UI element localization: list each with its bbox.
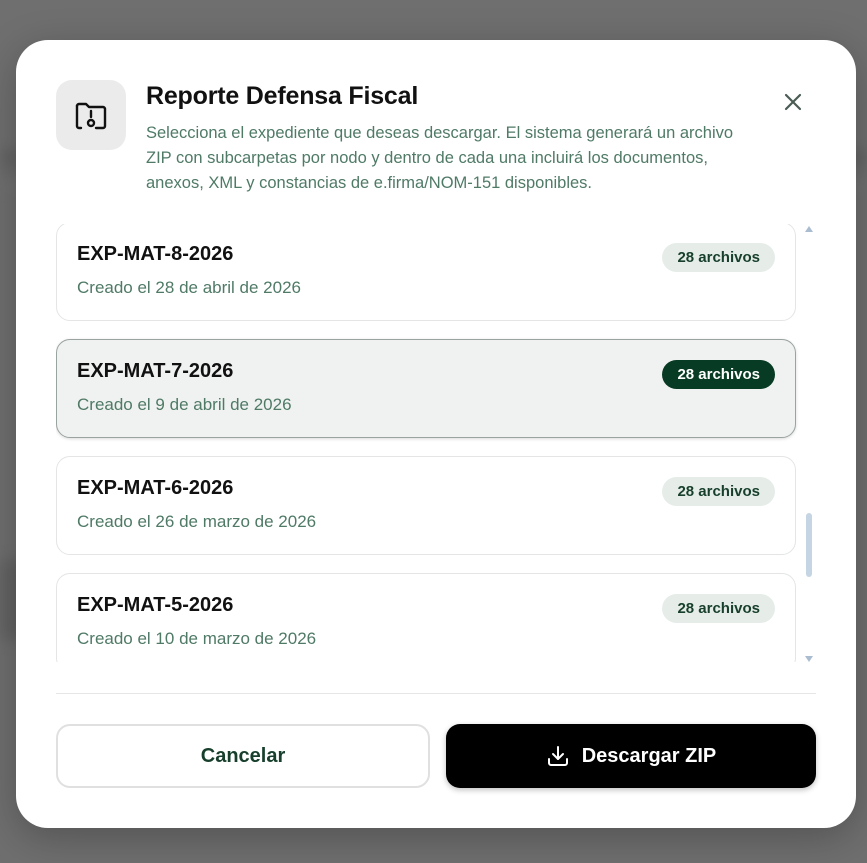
dialog-description: Selecciona el expediente que deseas desc… <box>146 124 734 192</box>
expediente-item[interactable]: EXP-MAT-8-2026 Creado el 28 de abril de … <box>56 224 796 321</box>
expediente-date: Creado el 10 de marzo de 2026 <box>77 629 317 648</box>
dialog-title: Reporte Defensa Fiscal <box>146 82 419 110</box>
expediente-date: Creado el 26 de marzo de 2026 <box>77 512 317 531</box>
list-scrollbar[interactable] <box>805 226 813 662</box>
expediente-item-selected[interactable]: EXP-MAT-7-2026 Creado el 9 de abril de 2… <box>56 339 796 438</box>
close-button[interactable] <box>778 87 808 117</box>
cancel-button[interactable]: Cancelar <box>56 724 430 788</box>
file-count-badge: 28 archivos <box>662 360 775 389</box>
close-icon <box>784 93 802 111</box>
expediente-date: Creado el 9 de abril de 2026 <box>77 395 292 414</box>
scroll-up-arrow-icon[interactable] <box>805 226 813 232</box>
file-count-badge: 28 archivos <box>662 477 775 506</box>
expediente-list[interactable]: EXP-MAT-8-2026 Creado el 28 de abril de … <box>56 224 801 662</box>
file-count-badge: 28 archivos <box>662 594 775 623</box>
expediente-item[interactable]: EXP-MAT-5-2026 Creado el 10 de marzo de … <box>56 573 796 662</box>
download-icon <box>547 746 568 766</box>
file-count-badge: 28 archivos <box>662 243 775 272</box>
scroll-down-arrow-icon[interactable] <box>805 656 813 662</box>
download-zip-label: Descargar ZIP <box>581 744 717 767</box>
folder-lock-icon <box>56 80 126 150</box>
expediente-name: EXP-MAT-7-2026 <box>77 360 234 382</box>
expediente-item[interactable]: EXP-MAT-6-2026 Creado el 26 de marzo de … <box>56 456 796 555</box>
expediente-name: EXP-MAT-5-2026 <box>77 594 234 616</box>
download-zip-button[interactable]: Descargar ZIP <box>446 724 816 788</box>
scrollbar-thumb[interactable] <box>806 513 812 577</box>
expediente-name: EXP-MAT-6-2026 <box>77 477 234 499</box>
footer-divider <box>56 693 816 694</box>
expediente-date: Creado el 28 de abril de 2026 <box>77 278 301 297</box>
expediente-name: EXP-MAT-8-2026 <box>77 243 234 265</box>
report-dialog: Reporte Defensa Fiscal Selecciona el exp… <box>16 40 856 828</box>
